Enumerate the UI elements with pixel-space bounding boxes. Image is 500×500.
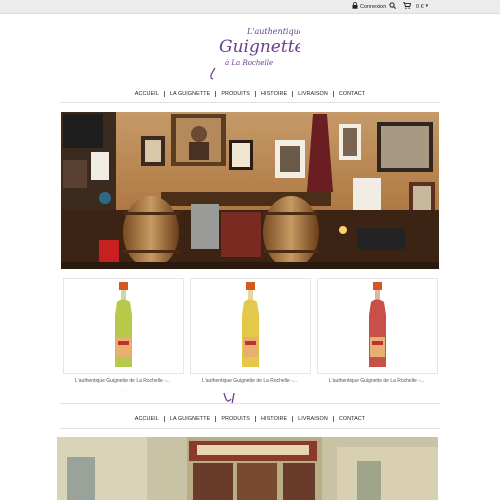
product-price: ... <box>119 388 126 393</box>
search-icon <box>389 2 396 11</box>
logo-tagline-bottom: à La Rochelle <box>225 59 273 67</box>
login-label: Connexion <box>360 3 387 10</box>
footer-nav-item-la-guignette[interactable]: LA GUIGNETTE <box>165 416 215 422</box>
nav-item-contact[interactable]: CONTACT <box>334 91 370 97</box>
product-card[interactable] <box>317 278 438 374</box>
storefront-painting <box>57 437 438 500</box>
secondary-nav: ACCUEIL LA GUIGNETTE PRODUITS HISTOIRE L… <box>60 413 440 425</box>
nav-divider <box>60 428 440 429</box>
cart-button[interactable]: 0 € ▾ <box>403 2 428 11</box>
footer-nav-item-produits[interactable]: PRODUITS <box>216 416 255 422</box>
product-image <box>242 282 259 367</box>
product-card[interactable] <box>63 278 184 374</box>
logo-tagline-top: L'authentique <box>246 27 300 36</box>
footer-nav-item-livraison[interactable]: LIVRAISON <box>293 416 333 422</box>
main-nav: ACCUEIL LA GUIGNETTE PRODUITS HISTOIRE L… <box>60 88 440 100</box>
site-logo[interactable]: L'authentique Guignette à La Rochelle <box>205 24 305 82</box>
product-title[interactable]: L'authentique Guignette de La Rochelle -… <box>189 378 310 384</box>
cart-total: 0 € <box>416 3 424 10</box>
product-card[interactable] <box>190 278 311 374</box>
nav-divider <box>60 403 440 404</box>
product-title[interactable]: L'authentique Guignette de La Rochelle -… <box>62 378 183 384</box>
footer-nav-item-accueil[interactable]: ACCUEIL <box>130 416 164 422</box>
nav-item-histoire[interactable]: HISTOIRE <box>256 91 292 97</box>
top-bar: Connexion 0 € ▾ <box>0 0 500 14</box>
search-button[interactable] <box>389 2 396 11</box>
logo-brand: Guignette <box>219 37 300 57</box>
chevron-down-icon: ▾ <box>425 3 429 9</box>
nav-item-livraison[interactable]: LIVRAISON <box>293 91 333 97</box>
nav-item-accueil[interactable]: ACCUEIL <box>130 91 164 97</box>
login-link[interactable]: Connexion <box>352 2 386 11</box>
product-image <box>115 282 132 367</box>
page: Connexion 0 € ▾ L'authentique Guignette … <box>0 0 500 500</box>
hero-image <box>61 112 439 269</box>
product-title[interactable]: L'authentique Guignette de La Rochelle -… <box>316 378 437 384</box>
nav-divider <box>60 102 440 103</box>
product-image <box>369 282 386 367</box>
product-price: ... <box>373 388 380 393</box>
lock-icon <box>352 2 358 11</box>
footer-nav-item-histoire[interactable]: HISTOIRE <box>256 416 292 422</box>
cart-icon <box>403 2 412 11</box>
nav-item-produits[interactable]: PRODUITS <box>216 91 255 97</box>
footer-nav-item-contact[interactable]: CONTACT <box>334 416 370 422</box>
nav-item-la-guignette[interactable]: LA GUIGNETTE <box>165 91 215 97</box>
product-price: ... <box>246 388 253 393</box>
